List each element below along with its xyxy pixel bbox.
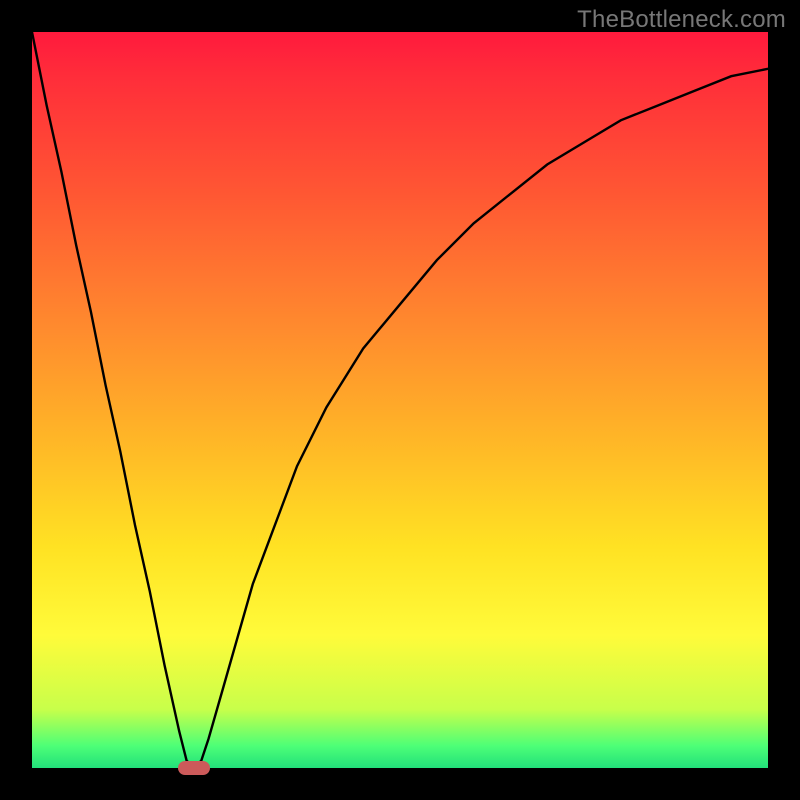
attribution-label: TheBottleneck.com [577,6,786,34]
chart-frame: TheBottleneck.com [0,0,800,800]
optimal-point-marker [178,761,210,775]
bottleneck-curve [32,32,768,768]
plot-area [32,32,768,768]
curve-path [32,32,768,768]
